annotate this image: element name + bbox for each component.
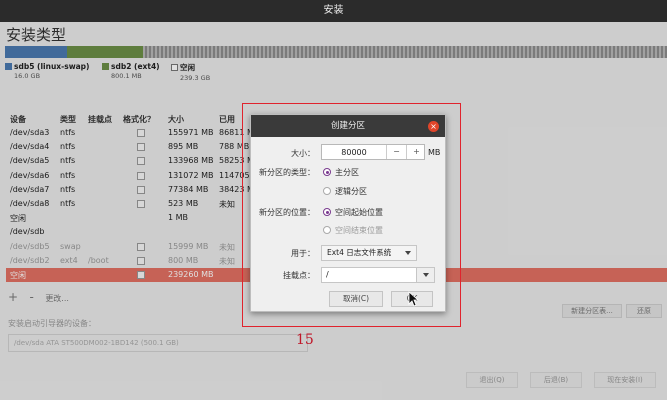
window-title: 安装 bbox=[323, 5, 344, 16]
window-titlebar: 安装 bbox=[0, 0, 667, 22]
annotation-step-number: 15 bbox=[296, 332, 314, 348]
annotation-highlight-box bbox=[242, 103, 461, 327]
mouse-cursor-icon bbox=[408, 291, 418, 307]
